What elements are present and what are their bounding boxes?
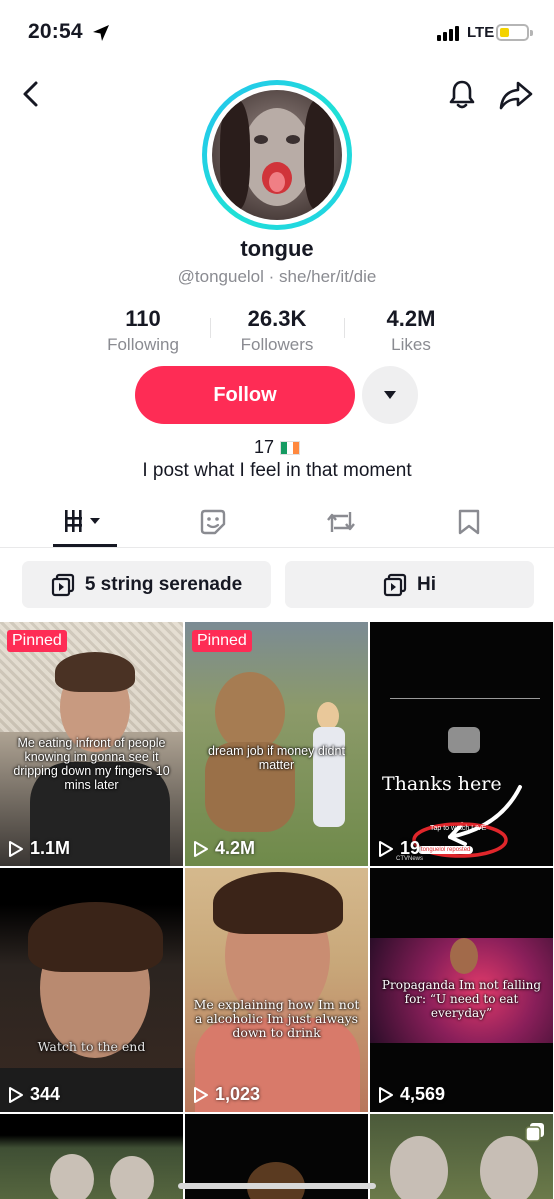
tab-videos[interactable]	[16, 496, 154, 548]
videos-grid-icon	[65, 510, 100, 532]
view-count-value: 1.1M	[30, 838, 71, 858]
video-caption: dream job if money didnt matter	[208, 744, 345, 772]
cellular-signal-icon	[437, 26, 459, 41]
suggested-accounts-button[interactable]	[362, 366, 418, 424]
repost-tag: tonguelol reposted	[418, 846, 474, 854]
following-count: 110	[125, 306, 161, 331]
play-icon	[379, 840, 393, 857]
video-thumbnail[interactable]: Thanks here Tap to watch LIVE tonguelol …	[370, 622, 553, 866]
caret-down-icon	[384, 391, 396, 399]
view-count-value: 344	[30, 1084, 61, 1104]
video-thumbnail[interactable]: Pinned Me eating infront of people knowi…	[0, 622, 183, 866]
video-caption: Me eating infront of people knowing im g…	[13, 736, 170, 792]
following-label: Following	[107, 335, 179, 354]
live-overlay-text: Tap to watch LIVE	[430, 825, 487, 832]
view-count: 4.2M	[193, 838, 255, 859]
tab-saved[interactable]	[400, 496, 538, 548]
video-caption: Propaganda Im not falling for: “U need t…	[381, 978, 542, 1020]
view-count-value: 19	[400, 838, 421, 858]
status-bar: 20:54 LTE	[0, 0, 554, 66]
home-indicator[interactable]	[178, 1183, 376, 1189]
likes-count: 4.2M	[386, 306, 436, 331]
likes-label: Likes	[391, 335, 431, 354]
playlist-label: Hi	[417, 573, 436, 595]
active-tab-indicator	[53, 544, 117, 547]
view-count: 19	[378, 838, 420, 859]
video-thumbnail[interactable]: Pinned dream job if money didnt matter 4…	[185, 622, 368, 866]
repost-icon	[327, 512, 355, 532]
playlist-label: 5 string serenade	[84, 573, 243, 595]
bio-age: 17	[253, 437, 275, 457]
playlist-5-string-serenade[interactable]: 5 string serenade	[22, 561, 271, 608]
stat-following[interactable]: 110 Following	[76, 306, 210, 355]
ireland-flag-icon	[280, 441, 301, 455]
content-tabs	[0, 496, 554, 548]
view-count: 1.1M	[8, 838, 70, 859]
tab-reposts[interactable]	[272, 496, 410, 548]
stat-likes[interactable]: 4.2M Likes	[344, 306, 478, 355]
avatar	[212, 90, 342, 220]
pinned-badge: Pinned	[192, 630, 252, 652]
playlist-hi[interactable]: Hi	[285, 561, 534, 608]
share-icon[interactable]	[498, 79, 534, 111]
video-thumbnail[interactable]	[0, 1114, 183, 1199]
follow-button[interactable]: Follow	[135, 366, 355, 424]
bio-text: I post what I feel in that moment	[142, 460, 412, 481]
avatar-ring[interactable]	[202, 80, 352, 230]
bookmark-icon	[458, 509, 480, 535]
location-arrow-icon	[93, 25, 109, 41]
video-thumbnail[interactable]: Propaganda Im not falling for: “U need t…	[370, 868, 553, 1112]
profile-stats: 110 Following 26.3K Followers 4.2M Likes	[76, 306, 476, 356]
view-count-value: 4.2M	[215, 838, 256, 858]
play-icon	[194, 840, 208, 857]
playlist-icon	[383, 573, 407, 596]
network-type: LTE	[467, 24, 495, 41]
view-count-value: 1,023	[215, 1084, 261, 1104]
video-thumbnail[interactable]: Watch to the end 344	[0, 868, 183, 1112]
play-icon	[379, 1086, 393, 1103]
bell-icon[interactable]	[446, 78, 478, 110]
video-thumbnail[interactable]: Me explaining how Im not a alcoholic Im …	[185, 868, 368, 1112]
play-icon	[9, 840, 23, 857]
followers-count: 26.3K	[247, 306, 307, 331]
sticker-icon	[200, 509, 226, 535]
video-caption: Me explaining how Im not a alcoholic Im …	[193, 997, 360, 1040]
display-name: tongue	[240, 236, 314, 261]
view-count: 1,023	[193, 1084, 260, 1105]
view-count: 344	[8, 1084, 60, 1105]
multi-photo-icon	[525, 1123, 544, 1142]
play-icon	[194, 1086, 208, 1103]
battery-icon	[496, 24, 533, 41]
video-thumbnail[interactable]	[370, 1114, 553, 1199]
view-count-value: 4,569	[400, 1084, 446, 1104]
stat-followers[interactable]: 26.3K Followers	[210, 306, 344, 355]
playlist-icon	[51, 573, 74, 596]
play-icon	[9, 1086, 23, 1103]
back-icon[interactable]	[16, 78, 46, 110]
video-caption: Watch to the end	[37, 1039, 146, 1054]
view-count: 4,569	[378, 1084, 445, 1105]
username-and-pronouns: @tonguelol · she/her/it/die	[177, 267, 377, 286]
followers-label: Followers	[240, 335, 314, 354]
tab-favorites[interactable]	[144, 496, 282, 548]
bio-age-line: 17	[0, 437, 554, 458]
pinned-badge: Pinned	[7, 630, 67, 652]
status-time: 20:54	[28, 20, 83, 43]
